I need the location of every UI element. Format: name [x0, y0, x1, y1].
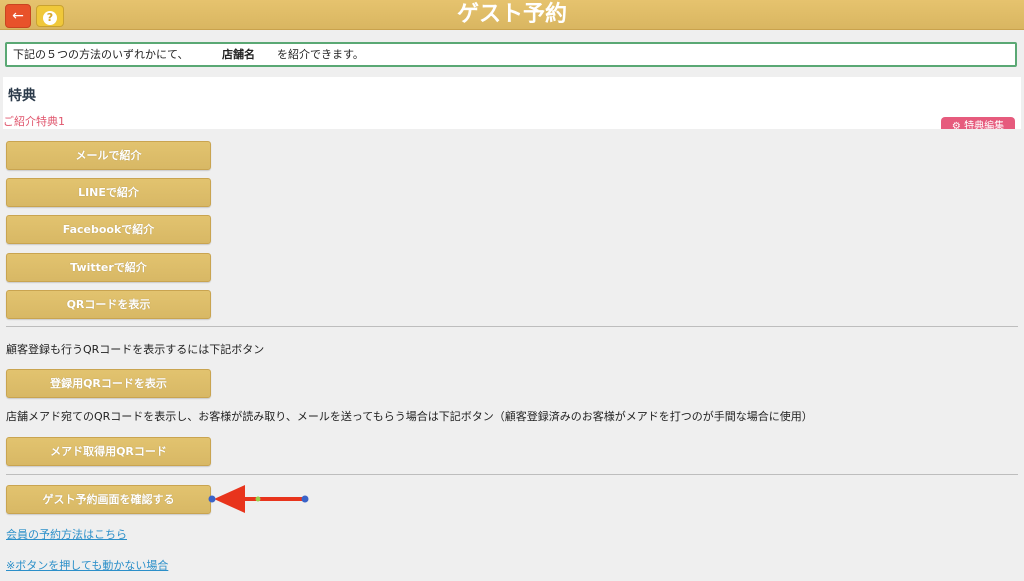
share-email-button[interactable]: メールで紹介 — [6, 141, 211, 170]
benefit-card: 特典 ご紹介特典1 — [3, 77, 1021, 129]
header-bar: ← ? ゲスト予約 — [0, 0, 1024, 30]
not-working-link[interactable]: ※ボタンを押しても動かない場合 — [6, 557, 168, 573]
intro-notice: 下記の５つの方法のいずれかにて、 店舗名 を紹介できます。 — [5, 42, 1017, 67]
edit-benefit-label: 特典編集 — [964, 121, 1005, 129]
show-qr-button[interactable]: QRコードを表示 — [6, 290, 211, 319]
share-line-button[interactable]: LINEで紹介 — [6, 178, 211, 207]
register-qr-description: 顧客登録も行うQRコードを表示するには下記ボタン — [6, 343, 265, 356]
email-qr-description: 店舗メアド宛てのQRコードを表示し、お客様が読み取り、メールを送ってもらう場合は… — [6, 410, 813, 423]
divider — [6, 326, 1018, 327]
store-name: 店舗名 — [222, 48, 255, 61]
share-twitter-button[interactable]: Twitterで紹介 — [6, 253, 211, 282]
notice-prefix: 下記の５つの方法のいずれかにて、 — [13, 48, 189, 61]
annotation-arrow-icon — [208, 485, 309, 513]
gear-icon: ⚙ — [951, 121, 961, 129]
notice-suffix: を紹介できます。 — [277, 48, 364, 61]
benefit-item: ご紹介特典1 — [3, 115, 65, 128]
edit-benefit-button[interactable]: ⚙ 特典編集 — [941, 117, 1015, 129]
benefit-title: 特典 — [8, 88, 36, 104]
confirm-guest-reservation-button[interactable]: ゲスト予約画面を確認する — [6, 485, 211, 514]
divider — [6, 474, 1018, 475]
page-title: ゲスト予約 — [456, 2, 567, 27]
register-qr-button[interactable]: 登録用QRコードを表示 — [6, 369, 211, 398]
member-reservation-link[interactable]: 会員の予約方法はこちら — [6, 526, 127, 542]
email-qr-button[interactable]: メアド取得用QRコード — [6, 437, 211, 466]
share-facebook-button[interactable]: Facebookで紹介 — [6, 215, 211, 244]
